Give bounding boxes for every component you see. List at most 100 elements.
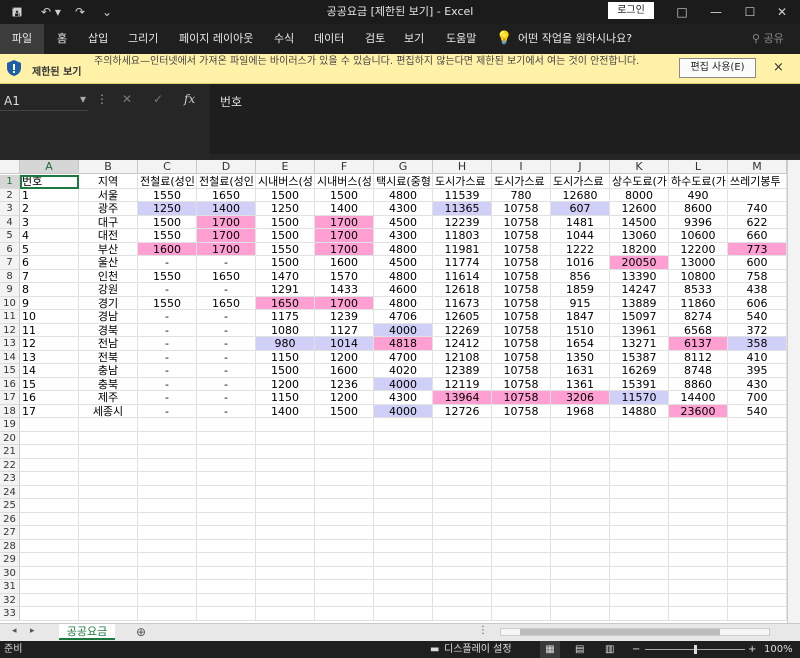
grid-cell[interactable] — [433, 566, 492, 580]
grid-cell[interactable]: 13964 — [433, 391, 492, 405]
grid-cell[interactable]: 번호 — [20, 175, 79, 189]
grid-cell[interactable] — [669, 445, 728, 459]
grid-cell[interactable]: 4800 — [374, 269, 433, 283]
grid-cell[interactable]: 1700 — [315, 242, 374, 256]
grid-cell[interactable]: 경남 — [79, 310, 138, 324]
grid-cell[interactable] — [728, 445, 787, 459]
grid-cell[interactable]: 4 — [20, 229, 79, 243]
grid-cell[interactable] — [197, 593, 256, 607]
grid-cell[interactable] — [433, 431, 492, 445]
grid-cell[interactable]: 1400 — [256, 404, 315, 418]
grid-cell[interactable] — [256, 526, 315, 540]
grid-cell[interactable]: 1200 — [315, 391, 374, 405]
grid-cell[interactable] — [20, 458, 79, 472]
grid-cell[interactable] — [138, 526, 197, 540]
grid-cell[interactable]: 1500 — [315, 188, 374, 202]
grid-cell[interactable]: 1400 — [315, 202, 374, 216]
grid-cell[interactable]: - — [197, 391, 256, 405]
grid-cell[interactable]: 서울 — [79, 188, 138, 202]
grid-cell[interactable]: 10758 — [492, 296, 551, 310]
grid-cell[interactable]: 16269 — [610, 364, 669, 378]
grid-cell[interactable]: 10758 — [492, 323, 551, 337]
grid-cell[interactable] — [492, 607, 551, 621]
grid-cell[interactable] — [315, 458, 374, 472]
grid-cell[interactable]: 4800 — [374, 242, 433, 256]
row-header[interactable]: 8 — [0, 269, 20, 283]
column-header[interactable]: I — [492, 160, 551, 174]
grid-cell[interactable]: 8274 — [669, 310, 728, 324]
row-header[interactable]: 5 — [0, 229, 20, 243]
grid-cell[interactable] — [79, 539, 138, 553]
grid-cell[interactable] — [610, 499, 669, 513]
grid-cell[interactable]: 1500 — [256, 229, 315, 243]
row-header[interactable]: 12 — [0, 323, 20, 337]
row-header[interactable]: 21 — [0, 445, 20, 459]
grid-cell[interactable]: 4020 — [374, 364, 433, 378]
insert-function-icon[interactable]: fx — [184, 92, 195, 106]
grid-cell[interactable] — [728, 512, 787, 526]
grid-cell[interactable] — [20, 566, 79, 580]
sheet-tab-active[interactable]: 공공요금 — [59, 624, 115, 640]
grid-cell[interactable]: 4300 — [374, 391, 433, 405]
grid-cell[interactable]: 11 — [20, 323, 79, 337]
grid-cell[interactable] — [315, 431, 374, 445]
grid-cell[interactable] — [315, 418, 374, 432]
grid-cell[interactable]: 13889 — [610, 296, 669, 310]
grid-cell[interactable]: 1650 — [197, 269, 256, 283]
column-header[interactable]: L — [669, 160, 728, 174]
grid-cell[interactable] — [492, 553, 551, 567]
close-icon[interactable]: × — [773, 60, 784, 75]
grid-cell[interactable] — [551, 607, 610, 621]
grid-cell[interactable] — [374, 566, 433, 580]
grid-cell[interactable] — [138, 418, 197, 432]
grid-cell[interactable]: 도시가스료 — [492, 175, 551, 189]
scrollbar-thumb[interactable] — [520, 629, 720, 635]
row-header[interactable]: 27 — [0, 526, 20, 540]
grid-cell[interactable]: - — [197, 350, 256, 364]
grid-cell[interactable]: 14247 — [610, 283, 669, 297]
grid-cell[interactable]: 1361 — [551, 377, 610, 391]
grid-cell[interactable] — [197, 539, 256, 553]
grid-cell[interactable]: 택시료(중형 — [374, 175, 433, 189]
grid-cell[interactable]: 1433 — [315, 283, 374, 297]
grid-cell[interactable]: 607 — [551, 202, 610, 216]
grid-cell[interactable]: 1150 — [256, 391, 315, 405]
grid-cell[interactable]: 10758 — [492, 283, 551, 297]
grid-cell[interactable]: 1847 — [551, 310, 610, 324]
grid-cell[interactable]: 8 — [20, 283, 79, 297]
grid-cell[interactable] — [610, 580, 669, 594]
grid-cell[interactable] — [374, 431, 433, 445]
grid-cell[interactable]: - — [138, 364, 197, 378]
grid-cell[interactable] — [79, 593, 138, 607]
grid-cell[interactable]: 경북 — [79, 323, 138, 337]
grid-cell[interactable]: 430 — [728, 377, 787, 391]
grid-cell[interactable]: 10600 — [669, 229, 728, 243]
grid-cell[interactable] — [315, 485, 374, 499]
grid-cell[interactable] — [138, 458, 197, 472]
grid-cell[interactable] — [315, 607, 374, 621]
grid-cell[interactable]: - — [197, 377, 256, 391]
grid-cell[interactable]: 1291 — [256, 283, 315, 297]
grid-cell[interactable]: 4800 — [374, 296, 433, 310]
grid-cell[interactable] — [728, 472, 787, 486]
grid-cell[interactable] — [79, 499, 138, 513]
grid-cell[interactable] — [728, 418, 787, 432]
grid-cell[interactable]: 울산 — [79, 256, 138, 270]
grid-cell[interactable] — [315, 526, 374, 540]
grid-cell[interactable]: - — [197, 310, 256, 324]
grid-cell[interactable]: 10758 — [492, 202, 551, 216]
grid-cell[interactable]: 1500 — [256, 364, 315, 378]
grid-cell[interactable]: 13271 — [610, 337, 669, 351]
grid-cell[interactable]: 1239 — [315, 310, 374, 324]
grid-cell[interactable] — [728, 566, 787, 580]
grid-cell[interactable] — [315, 512, 374, 526]
column-header[interactable]: M — [728, 160, 787, 174]
grid-cell[interactable] — [669, 526, 728, 540]
grid-cell[interactable] — [256, 512, 315, 526]
grid-cell[interactable]: 11539 — [433, 188, 492, 202]
grid-cell[interactable]: 600 — [728, 256, 787, 270]
tab-draw[interactable]: 그리기 — [128, 24, 158, 54]
grid-cell[interactable]: - — [138, 323, 197, 337]
grid-cell[interactable] — [492, 445, 551, 459]
row-header[interactable]: 11 — [0, 310, 20, 324]
